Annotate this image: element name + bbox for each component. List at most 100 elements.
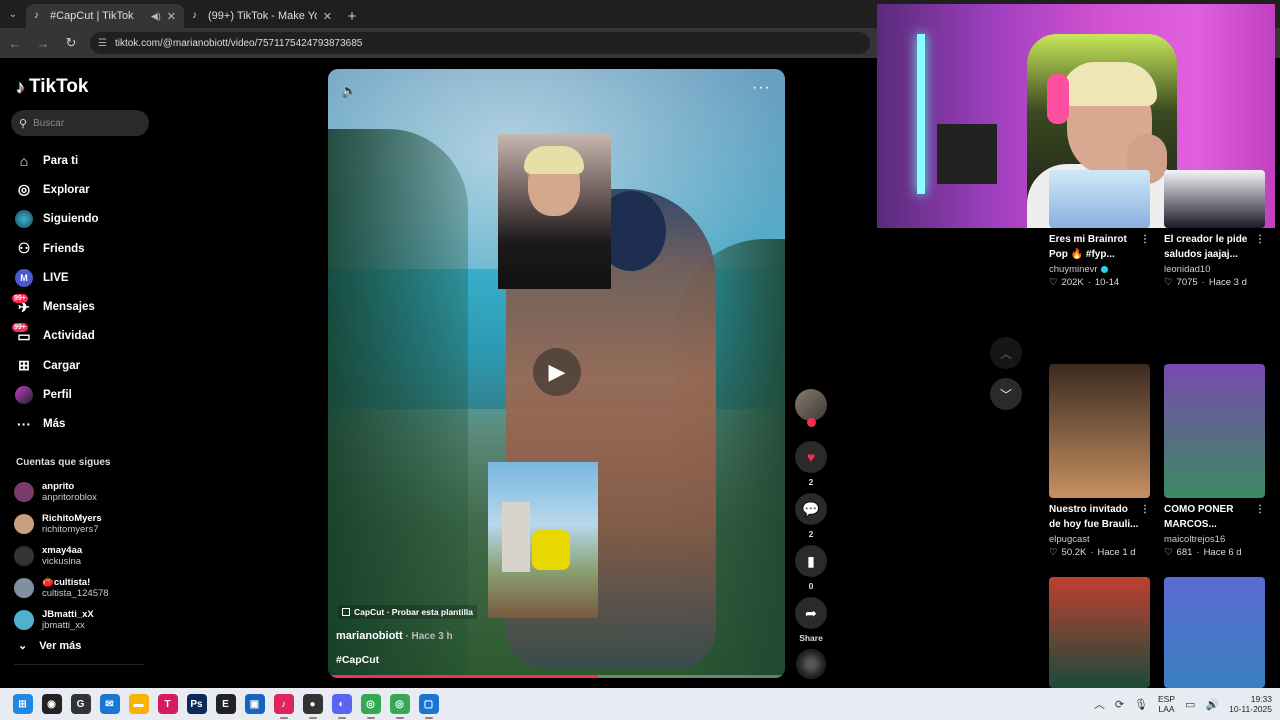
share-icon[interactable]: ➦ [795, 597, 827, 629]
app-icon-3[interactable]: ✉ [99, 694, 120, 714]
file-explorer-icon[interactable]: ▬ [128, 694, 149, 714]
clock[interactable]: 19:33 10-11-2025 [1229, 694, 1272, 714]
epic-games-icon[interactable]: E [215, 694, 236, 714]
account-item[interactable]: 🍅cultista! cultista_124578 [14, 572, 154, 604]
app-icon-2[interactable]: G [70, 694, 91, 714]
url-field[interactable]: ☰ tiktok.com/@marianobiott/video/7571175… [90, 32, 870, 54]
site-info-icon[interactable]: ☰ [98, 38, 107, 49]
tiktok-logo[interactable]: ♪ TikTok [16, 76, 88, 98]
video-progress-bar[interactable] [328, 675, 785, 678]
video-card[interactable]: COMO PONER MARCOS... ⋮ maicoltrejos16 ♡ 6… [1164, 364, 1265, 558]
tiktok-icon[interactable]: ♪ [273, 694, 294, 719]
account-item[interactable]: RichitoMyers richitomyers7 [14, 508, 154, 540]
video-thumbnail[interactable] [1049, 577, 1150, 688]
video-thumbnail[interactable] [1049, 170, 1150, 228]
sidebar-item-siguiendo[interactable]: Siguiendo [14, 205, 154, 234]
sidebar-item-para-ti[interactable]: ⌂ Para ti [14, 146, 154, 175]
next-video-button[interactable]: ﹀ [990, 378, 1022, 410]
sidebar-item-cargar[interactable]: ⊞ Cargar [14, 351, 154, 380]
video-card[interactable]: El creador le pide saludos jaajaj... ⋮ l… [1164, 138, 1265, 288]
sync-icon[interactable]: ⟳ [1115, 698, 1124, 711]
upload-icon: ⊞ [18, 357, 30, 374]
card-more-icon[interactable]: ⋮ [1255, 234, 1265, 245]
follow-plus-icon[interactable] [807, 418, 816, 427]
tiktok-favicon-icon: ♪ [192, 10, 197, 21]
video-inset-streamer [498, 134, 611, 289]
more-options-icon[interactable]: ··· [752, 79, 771, 97]
volume-icon[interactable]: 🔊 [1205, 698, 1219, 711]
video-thumbnail[interactable] [1164, 577, 1265, 688]
card-more-icon[interactable]: ⋮ [1140, 234, 1150, 245]
sidebar-item-friends[interactable]: ⚇ Friends [14, 234, 154, 263]
video-card-user[interactable]: chuyminevr [1049, 264, 1150, 275]
close-tab-icon[interactable]: ✕ [167, 10, 176, 23]
obs-icon[interactable]: ● [302, 694, 323, 719]
see-more-button[interactable]: ⌄ Ver más [18, 639, 81, 653]
network-icon[interactable]: ▭ [1185, 698, 1195, 711]
capcut-template-link[interactable]: CapCut · Probar esta plantilla [338, 605, 478, 619]
sidebar-item-live[interactable]: M LIVE [14, 263, 154, 292]
account-handle: jbmatti_xx [42, 620, 85, 631]
video-card-user[interactable]: elpugcast [1049, 534, 1150, 545]
volume-icon[interactable]: 🔈 [341, 83, 357, 99]
video-card-title[interactable]: COMO PONER MARCOS... [1164, 502, 1256, 532]
video-thumbnail[interactable] [1164, 364, 1265, 498]
music-disc-icon[interactable] [796, 649, 826, 679]
video-card[interactable]: Nuestro invitado de hoy fue Brauli... ⋮ … [1049, 364, 1150, 558]
language-indicator[interactable]: ESP LAA [1158, 694, 1175, 714]
forward-arrow-icon[interactable]: → [34, 34, 52, 52]
microphone-icon[interactable]: 🎙 [1134, 698, 1148, 711]
chevron-up-icon[interactable]: ︿ [1094, 696, 1105, 712]
discord-icon[interactable]: ◐ [331, 694, 352, 719]
video-player[interactable]: 🔈 ··· ▶ CapCut · Probar esta plantilla m… [328, 69, 785, 678]
creator-avatar[interactable] [795, 389, 827, 427]
taskbar-apps: ⊞ ◉ G ✉ ▬ T Ps E ▣ ♪ ● ◐ ◎ ◎ ▢ [8, 694, 443, 719]
video-card-user[interactable]: leonidad10 [1164, 264, 1265, 275]
new-tab-button[interactable]: + [340, 4, 364, 28]
play-button[interactable]: ▶ [533, 348, 581, 396]
sidebar-item-mas[interactable]: ··· Más [14, 410, 154, 439]
account-item[interactable]: JBmatti_xX jbmatti_xx [14, 604, 154, 636]
tab-search-icon[interactable]: ⌄ [0, 0, 26, 28]
tab-tiktok-home[interactable]: ♪ (99+) TikTok - Make Your Day ✕ [184, 4, 340, 28]
video-card[interactable]: Eres mi Brainrot Pop 🔥 #fyp... ⋮ chuymin… [1049, 138, 1150, 288]
search-input[interactable]: ⚲ Buscar [11, 110, 149, 136]
video-card-title[interactable]: El creador le pide saludos jaajaj... [1164, 232, 1256, 262]
video-thumbnail[interactable] [1164, 170, 1265, 228]
video-thumbnail[interactable] [1049, 364, 1150, 498]
tab-capcut-tiktok[interactable]: ♪ #CapCut | TikTok ◀) ✕ [26, 4, 184, 28]
heart-icon[interactable]: ♥ [795, 441, 827, 473]
sidebar-item-mensajes[interactable]: ✈ 99+ Mensajes [12, 292, 154, 321]
reload-icon[interactable]: ↻ [62, 34, 80, 52]
video-card[interactable] [1049, 577, 1150, 688]
video-card-title[interactable]: Nuestro invitado de hoy fue Brauli... [1049, 502, 1141, 532]
chrome-icon[interactable]: ◎ [360, 694, 381, 719]
video-hashtag[interactable]: #CapCut [336, 654, 379, 666]
sidebar-item-actividad[interactable]: ▭ 99+ Actividad [12, 322, 154, 351]
video-card-title[interactable]: Eres mi Brainrot Pop 🔥 #fyp... [1049, 232, 1141, 262]
bookmark-icon[interactable]: ▮ [795, 545, 827, 577]
sidebar-item-explorar[interactable]: ◎ Explorar [14, 175, 154, 204]
card-more-icon[interactable]: ⋮ [1255, 504, 1265, 515]
back-arrow-icon[interactable]: ← [6, 34, 24, 52]
account-item[interactable]: anprito anpritoroblox [14, 476, 154, 508]
close-tab-icon[interactable]: ✕ [323, 10, 332, 23]
sidebar-item-label: Actividad [43, 330, 95, 343]
following-avatar-icon [14, 209, 34, 229]
app-icon-8[interactable]: ▣ [244, 694, 265, 714]
app-icon-5[interactable]: T [157, 694, 178, 714]
sidebar-item-perfil[interactable]: Perfil [14, 380, 154, 409]
card-more-icon[interactable]: ⋮ [1140, 504, 1150, 515]
video-card-user[interactable]: maicoltrejos16 [1164, 534, 1265, 545]
app-icon-1[interactable]: ◉ [41, 694, 62, 714]
chrome-icon-2[interactable]: ◎ [389, 694, 410, 719]
video-card[interactable] [1164, 577, 1265, 688]
previous-video-button[interactable]: ︿ [990, 337, 1022, 369]
account-item[interactable]: xmay4aa vickusina [14, 540, 154, 572]
app-icon-14[interactable]: ▢ [418, 694, 439, 719]
video-author[interactable]: marianobiott · Hace 3 h [336, 630, 453, 642]
speaker-icon[interactable]: ◀) [151, 11, 161, 22]
windows-start-icon[interactable]: ⊞ [12, 694, 33, 714]
comment-icon[interactable]: 💬 [795, 493, 827, 525]
photoshop-icon[interactable]: Ps [186, 694, 207, 714]
